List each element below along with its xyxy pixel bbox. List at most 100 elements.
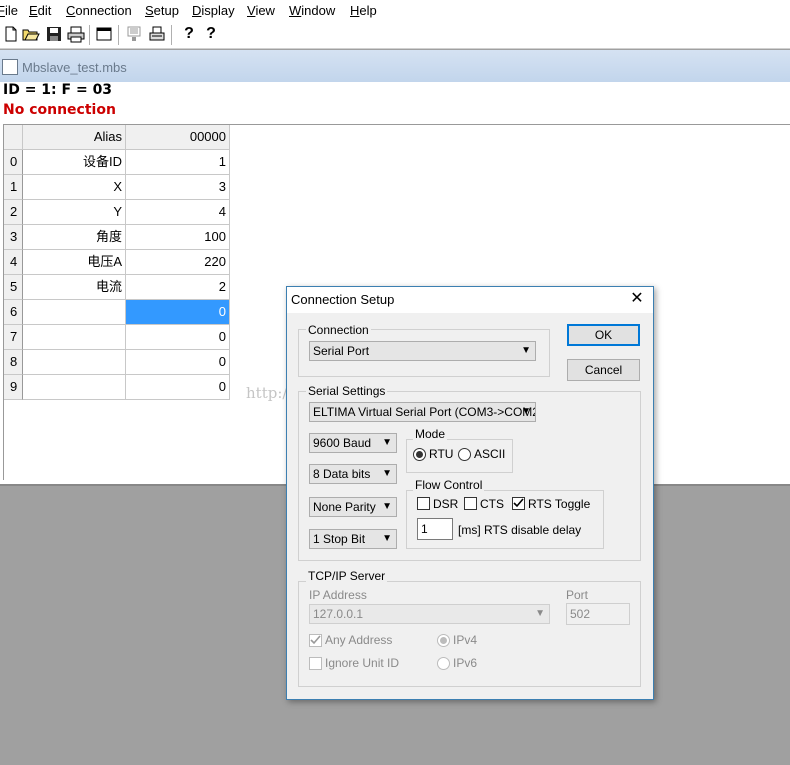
flow-control-label: Flow Control (413, 478, 485, 492)
column-header-address[interactable]: 00000 (126, 125, 230, 150)
toolbar: ? ? (0, 22, 790, 49)
value-cell[interactable]: 0 (126, 300, 230, 325)
print-icon[interactable] (67, 25, 85, 43)
alias-cell[interactable]: Y (23, 200, 126, 225)
ascii-label: ASCII (474, 447, 506, 461)
row-header[interactable]: 2 (4, 200, 23, 225)
chevron-down-icon: ▼ (521, 406, 531, 417)
menu-display[interactable]: Display (192, 3, 235, 18)
value-cell[interactable]: 0 (126, 325, 230, 350)
id-function-label: ID = 1: F = 03 (3, 82, 113, 98)
menu-window[interactable]: Window (289, 3, 335, 18)
checkmark-icon (513, 498, 524, 508)
dialog-titlebar[interactable]: Connection Setup ✕ (287, 287, 653, 313)
mode-label: Mode (413, 427, 448, 441)
tcp-ip-label: TCP/IP Server (306, 569, 388, 583)
connection-type-select[interactable]: Serial Port ▼ (309, 341, 536, 361)
column-header-alias[interactable]: Alias (23, 125, 126, 150)
rts-delay-input[interactable]: 1 (417, 518, 453, 540)
help-icon[interactable]: ? (180, 25, 198, 43)
chevron-down-icon: ▼ (521, 345, 531, 356)
alias-cell[interactable] (23, 375, 126, 400)
alias-cell[interactable]: 设备ID (23, 150, 126, 175)
menu-setup[interactable]: Setup (145, 3, 179, 18)
serial-port-select[interactable]: ELTIMA Virtual Serial Port (COM3->COM2) ▼ (309, 402, 536, 422)
ipv4-radio[interactable] (437, 634, 450, 647)
value-cell[interactable]: 100 (126, 225, 230, 250)
table-corner (4, 125, 23, 150)
stop-bits-select[interactable]: 1 Stop Bit ▼ (309, 529, 397, 549)
ip-address-label: IP Address (309, 588, 367, 602)
chevron-down-icon: ▼ (382, 501, 392, 512)
document-title: Mbslave_test.mbs (22, 60, 127, 75)
value-cell[interactable]: 220 (126, 250, 230, 275)
serial-settings-label: Serial Settings (306, 384, 388, 398)
data-bits-select[interactable]: 8 Data bits ▼ (309, 464, 397, 484)
ok-button[interactable]: OK (567, 324, 640, 346)
rtu-radio[interactable] (413, 448, 426, 461)
dsr-label: DSR (433, 497, 459, 511)
document-titlebar[interactable]: Mbslave_test.mbs (0, 50, 790, 82)
rts-toggle-checkbox[interactable] (512, 497, 525, 510)
ipv4-label: IPv4 (453, 633, 478, 647)
chevron-down-icon: ▼ (382, 437, 392, 448)
connection-setup-dialog: Connection Setup ✕ Connection Serial Por… (286, 286, 654, 700)
row-header[interactable]: 1 (4, 175, 23, 200)
connection-status: No connection (3, 102, 116, 118)
window-icon[interactable] (95, 25, 113, 43)
any-address-checkbox[interactable] (309, 634, 322, 647)
menu-edit[interactable]: Edit (29, 3, 51, 18)
dsr-checkbox[interactable] (417, 497, 430, 510)
monitor-icon[interactable] (125, 25, 143, 43)
cts-checkbox[interactable] (464, 497, 477, 510)
alias-cell[interactable]: X (23, 175, 126, 200)
any-address-label: Any Address (325, 633, 393, 647)
row-header[interactable]: 0 (4, 150, 23, 175)
value-cell[interactable]: 3 (126, 175, 230, 200)
alias-cell[interactable]: 电流 (23, 275, 126, 300)
alias-cell[interactable] (23, 300, 126, 325)
chevron-down-icon: ▼ (535, 608, 545, 619)
alias-cell[interactable]: 角度 (23, 225, 126, 250)
row-header[interactable]: 6 (4, 300, 23, 325)
connection-group-label: Connection (306, 323, 371, 337)
alias-cell[interactable]: 电压A (23, 250, 126, 275)
row-header[interactable]: 5 (4, 275, 23, 300)
value-cell[interactable]: 0 (126, 350, 230, 375)
cts-label: CTS (480, 497, 504, 511)
value-cell[interactable]: 0 (126, 375, 230, 400)
row-header[interactable]: 8 (4, 350, 23, 375)
alias-cell[interactable] (23, 350, 126, 375)
baud-select[interactable]: 9600 Baud ▼ (309, 433, 397, 453)
ipv6-radio[interactable] (437, 657, 450, 670)
context-help-icon[interactable]: ? (202, 25, 220, 43)
port-label: Port (566, 588, 589, 602)
rts-toggle-label: RTS Toggle (528, 497, 591, 511)
menu-connection[interactable]: Connection (66, 3, 132, 18)
menu-help[interactable]: Help (350, 3, 377, 18)
menu-view[interactable]: View (247, 3, 275, 18)
row-header[interactable]: 4 (4, 250, 23, 275)
close-icon[interactable]: ✕ (627, 289, 647, 309)
ip-address-select[interactable]: 127.0.0.1 ▼ (309, 604, 550, 624)
save-icon[interactable] (45, 25, 63, 43)
ascii-radio[interactable] (458, 448, 471, 461)
parity-select[interactable]: None Parity ▼ (309, 497, 397, 517)
new-file-icon[interactable] (2, 25, 20, 43)
alias-cell[interactable] (23, 325, 126, 350)
port-input[interactable]: 502 (566, 603, 630, 625)
rtu-label: RTU (429, 447, 454, 461)
value-cell[interactable]: 2 (126, 275, 230, 300)
row-header[interactable]: 7 (4, 325, 23, 350)
rts-delay-label: [ms] RTS disable delay (458, 523, 582, 537)
ignore-unit-id-checkbox[interactable] (309, 657, 322, 670)
row-header[interactable]: 3 (4, 225, 23, 250)
value-cell[interactable]: 4 (126, 200, 230, 225)
menu-file[interactable]: File (0, 3, 18, 18)
printer-setup-icon[interactable] (148, 25, 166, 43)
chevron-down-icon: ▼ (382, 533, 392, 544)
value-cell[interactable]: 1 (126, 150, 230, 175)
row-header[interactable]: 9 (4, 375, 23, 400)
cancel-button[interactable]: Cancel (567, 359, 640, 381)
open-folder-icon[interactable] (22, 25, 40, 43)
